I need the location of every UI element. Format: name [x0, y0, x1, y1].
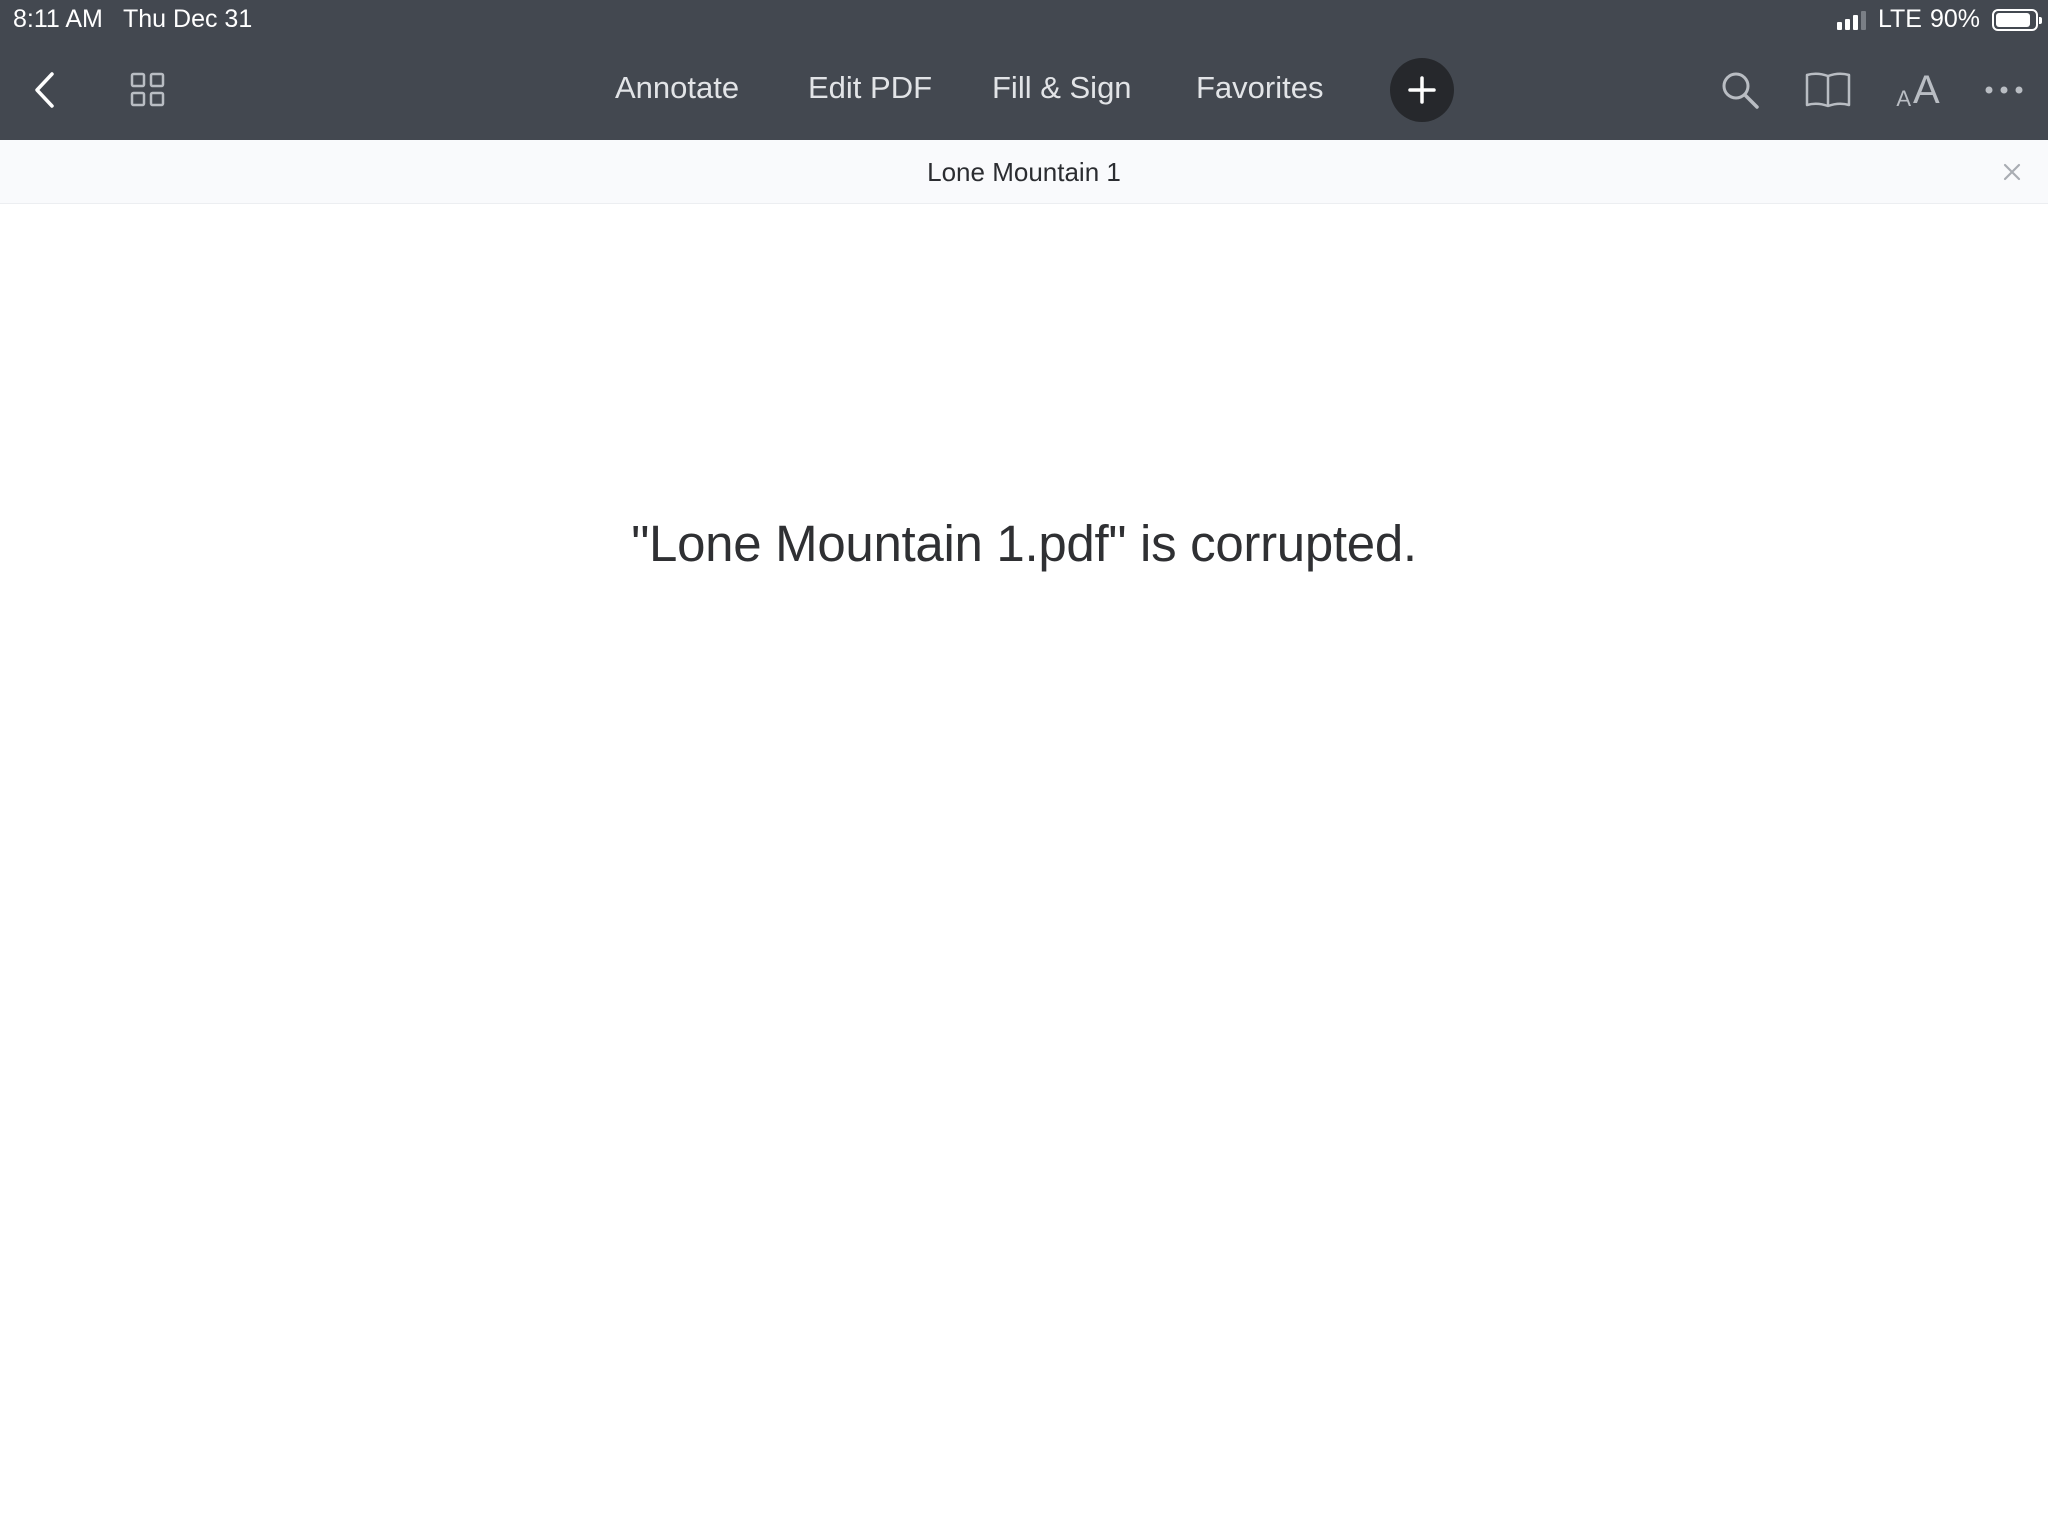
search-icon — [1722, 72, 1759, 109]
more-options-button[interactable] — [1980, 66, 2028, 114]
status-indicators: LTE 90% — [1836, 5, 2042, 34]
more-icon — [1985, 86, 2023, 94]
add-tool-button[interactable] — [1390, 58, 1454, 122]
document-title: Lone Mountain 1 — [927, 157, 1121, 187]
search-button[interactable] — [1716, 66, 1764, 114]
grid-view-button[interactable] — [124, 66, 172, 114]
status-date: Thu Dec 31 — [123, 5, 253, 33]
tab-fill-and-sign[interactable]: Fill & Sign — [992, 70, 1132, 106]
text-size-large-glyph: A — [1913, 68, 1940, 112]
tab-favorites[interactable]: Favorites — [1196, 70, 1323, 106]
plus-icon — [1408, 76, 1436, 104]
status-time: 8:11 AM — [13, 5, 103, 33]
text-size-button[interactable]: A A — [1888, 62, 1948, 118]
toolbar: Annotate Edit PDF Fill & Sign Favorites — [0, 40, 2048, 140]
book-icon — [1805, 72, 1851, 108]
top-chrome: 8:11 AM Thu Dec 31 LTE 90% Annotate Edit… — [0, 0, 2048, 140]
battery-icon — [1992, 8, 2042, 31]
reading-mode-button[interactable] — [1802, 66, 1854, 114]
back-button[interactable] — [22, 65, 66, 115]
document-title-bar: Lone Mountain 1 — [0, 140, 2048, 204]
battery-fill — [1996, 12, 2030, 27]
close-icon — [2003, 163, 2021, 181]
close-document-button[interactable] — [1998, 158, 2026, 186]
tab-edit-pdf[interactable]: Edit PDF — [808, 70, 932, 106]
pdf-viewer-screen: 8:11 AM Thu Dec 31 LTE 90% Annotate Edit… — [0, 0, 2048, 1536]
chevron-left-icon — [35, 72, 54, 108]
status-bar: 8:11 AM Thu Dec 31 LTE 90% — [0, 0, 2048, 40]
corrupted-file-message: "Lone Mountain 1.pdf" is corrupted. — [631, 515, 1417, 572]
tab-annotate[interactable]: Annotate — [615, 70, 739, 106]
text-size-small-glyph: A — [1896, 86, 1911, 111]
battery-percentage: 90% — [1929, 5, 1980, 33]
text-size-icon: A A — [1896, 70, 1939, 110]
cellular-signal-icon — [1836, 10, 1866, 30]
grid-icon — [130, 72, 165, 107]
network-type: LTE — [1877, 5, 1922, 33]
